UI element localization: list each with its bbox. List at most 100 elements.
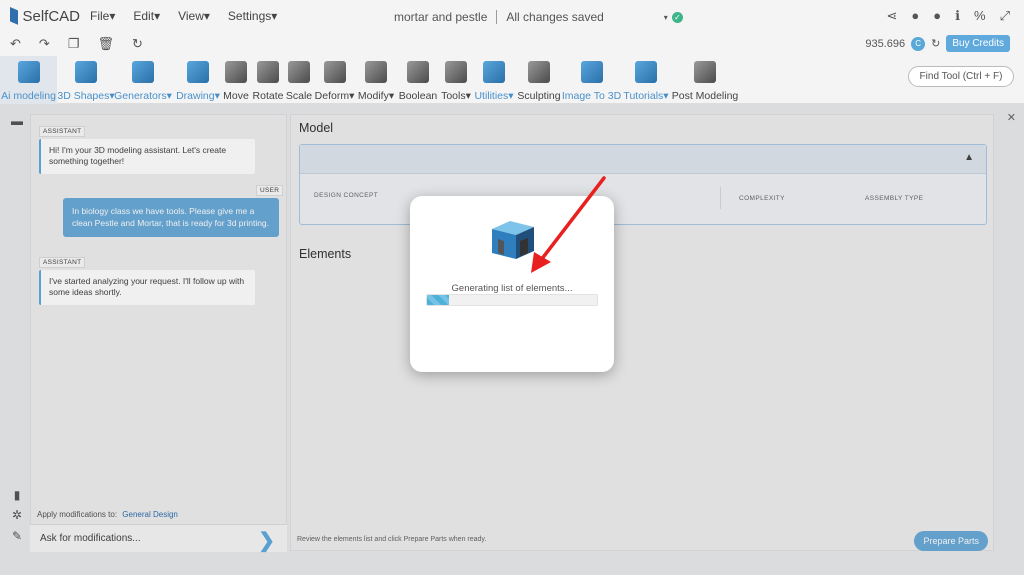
scale-icon [288,61,310,83]
tool-tools[interactable]: Tools▾ [440,56,472,104]
find-tool-button[interactable]: Find Tool (Ctrl + F) [908,66,1014,87]
prepare-parts-button[interactable]: Prepare Parts [914,531,988,551]
model-title: Model [299,121,334,135]
saved-check-icon: ✓ [671,11,683,23]
utilities-icon [483,61,505,83]
selfcad-logo-icon [10,7,19,25]
chat-panel: ASSISTANT Hi! I'm your 3D modeling assis… [30,114,287,551]
assistant-role-tag: ASSISTANT [39,257,86,268]
close-panel-icon[interactable]: ✕ [1007,111,1016,124]
send-arrow-icon[interactable]: ❯ [258,528,275,553]
tool-image-to-3d[interactable]: Image To 3D [562,56,621,104]
wrench-icon[interactable]: ✎ [10,529,24,543]
assistant-message: Hi! I'm your 3D modeling assistant. Let'… [39,139,255,174]
drawing-icon [187,61,209,83]
tools-icon [445,61,467,83]
move-icon [225,61,247,83]
progress-bar-fill [427,295,450,305]
model-card-header[interactable]: ▲ [300,145,986,174]
refresh-credits-icon[interactable]: ↻ [931,37,940,50]
app-logo[interactable]: SelfCAD [10,7,80,25]
magic-wand-icon [17,61,40,83]
rotate-icon [257,61,279,83]
elements-title: Elements [299,247,352,261]
post-modeling-icon [694,61,716,83]
status-dropdown-icon[interactable]: ▾ [664,13,668,22]
menu-edit[interactable]: Edit▾ [133,9,160,23]
tool-utilities[interactable]: Utilities▾ [474,56,514,104]
tool-boolean[interactable]: Boolean [398,56,438,104]
buy-credits-button[interactable]: Buy Credits [946,35,1010,52]
menu-file[interactable]: File▾ [90,9,115,23]
undo-icon[interactable]: ↶ [10,36,21,52]
fullscreen-icon[interactable]: ⤢ [1000,8,1010,24]
generator-icon [132,61,154,83]
history-icons: ↶ ↷ ❐ 🗑 ↻ [10,36,143,52]
user-role-tag: USER [256,185,284,196]
complexity-label: COMPLEXITY [739,195,785,202]
selfcad-cube-logo-icon [492,221,534,259]
design-concept-label: DESIGN CONCEPT [314,192,379,199]
app-name: SelfCAD [22,7,80,25]
generating-status-text: Generating list of elements... [451,283,573,294]
menu-settings[interactable]: Settings▾ [228,9,277,23]
settings-gear-icon[interactable]: ✲ [10,508,24,522]
document-title-area: mortar and pestle All changes saved ▾ ✓ [394,10,683,24]
top-menu-bar: SelfCAD File▾ Edit▾ View▾ Settings▾ mort… [0,0,1024,32]
tool-move[interactable]: Move [222,56,250,104]
model-summary-card: ▲ DESIGN CONCEPT COMPLEXITY ASSEMBLY TYP… [299,144,987,225]
chat-icon[interactable]: ▬ [10,114,24,128]
tool-rotate[interactable]: Rotate [252,56,284,104]
main-menu: File▾ Edit▾ View▾ Settings▾ [90,9,277,23]
tool-3d-shapes[interactable]: 3D Shapes▾ [57,56,115,104]
tool-tutorials[interactable]: Tutorials▾ [623,56,669,104]
progress-bar [426,294,598,306]
assistant-role-tag: ASSISTANT [39,126,86,137]
share-icon[interactable]: ⋖ [886,8,897,24]
assistant-message: I've started analyzing your request. I'l… [39,270,255,305]
save-status: All changes saved [506,10,604,24]
notifications-icon[interactable]: ● [911,8,919,24]
ask-modifications-input[interactable] [40,533,240,544]
tool-deform[interactable]: Deform▾ [314,56,355,104]
chevron-up-icon[interactable]: ▲ [964,152,974,163]
trash-icon[interactable]: 🗑 [97,36,114,52]
reset-icon[interactable]: ↻ [132,36,143,52]
review-instructions: Review the elements list and click Prepa… [297,536,487,543]
redo-icon[interactable]: ↷ [39,36,50,52]
modify-icon [365,61,387,83]
info-icon[interactable]: ℹ [955,8,960,24]
menu-view[interactable]: View▾ [178,9,210,23]
credits-area: 935.696 C ↻ Buy Credits [865,35,1010,52]
apply-modifications-row: Apply modifications to: General Design [37,510,178,519]
tool-sculpting[interactable]: Sculpting [517,56,561,104]
left-rail: ▬ ▮ ✲ ✎ [0,110,30,565]
image-icon [580,61,603,83]
tool-generators[interactable]: Generators▾ [114,56,172,104]
chat-input-area: ❯ [30,524,287,552]
tool-modify[interactable]: Modify▾ [357,56,395,104]
tool-ai-modeling[interactable]: Ai modeling [0,56,57,104]
secondary-bar: ↶ ↷ ❐ 🗑 ↻ 935.696 C ↻ Buy Credits [0,32,1024,56]
model-panel: Model ▲ DESIGN CONCEPT COMPLEXITY ASSEMB… [290,114,994,551]
column-divider [720,187,721,209]
tool-drawing[interactable]: Drawing▾ [176,56,220,104]
user-icon[interactable]: ● [933,8,941,24]
assembly-type-label: ASSEMBLY TYPE [865,195,924,202]
credit-coin-icon: C [911,36,926,51]
tool-scale[interactable]: Scale [286,56,312,104]
tutorials-icon [635,61,657,83]
document-title[interactable]: mortar and pestle [394,10,487,24]
cube-icon [75,61,97,83]
book-icon[interactable]: ▮ [10,488,24,502]
deform-icon [323,61,346,83]
boolean-icon [407,61,429,83]
percent-icon[interactable]: % [974,8,986,24]
tool-post-modeling[interactable]: Post Modeling [672,56,738,104]
apply-target-link[interactable]: General Design [122,510,178,519]
generating-modal: Generating list of elements... [410,196,614,372]
copy-icon[interactable]: ❐ [68,36,80,52]
credits-amount: 935.696 [865,37,906,50]
title-divider [496,10,498,24]
top-right-icons: ⋖ ● ● ℹ % ⤢ [886,8,1010,24]
